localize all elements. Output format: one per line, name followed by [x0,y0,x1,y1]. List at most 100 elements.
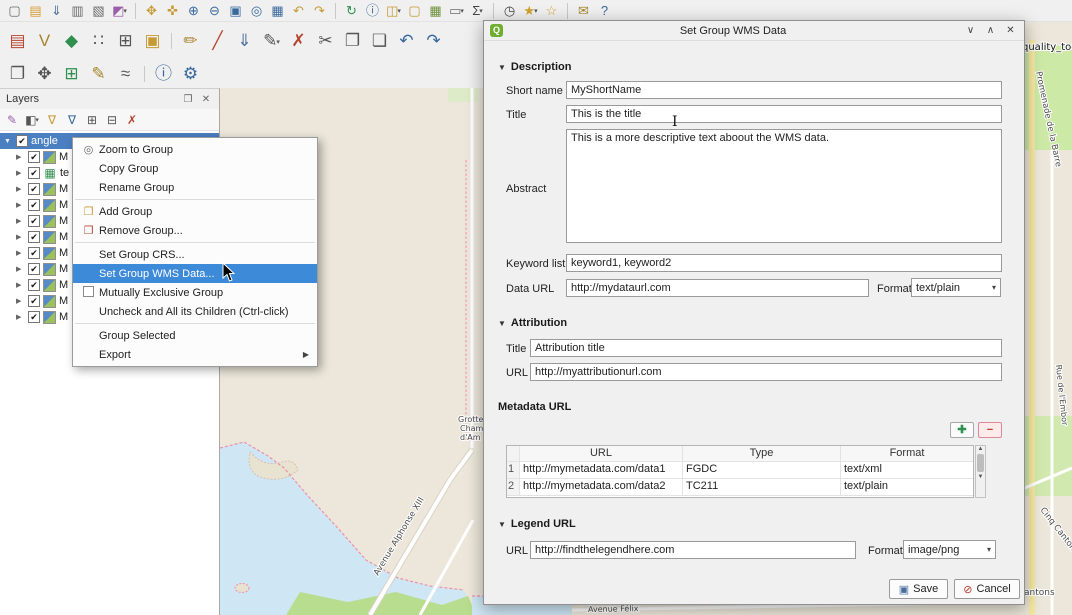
project-save-icon[interactable]: ⇓ [46,2,67,20]
abstract-textarea[interactable]: This is a more descriptive text aboout t… [566,129,1002,243]
table-scrollbar[interactable]: ▲ ▼ [975,445,986,498]
dialog-close-icon[interactable]: ✕ [1003,25,1018,36]
layer-checkbox[interactable]: ✔ [28,263,40,275]
select-by-value-icon[interactable]: ▣ [139,28,166,54]
dropdown-arrow-icon[interactable]: ▾ [460,8,464,15]
section-description[interactable]: ▼Description [498,61,571,73]
identify-icon[interactable]: ⓘ [150,61,177,87]
paste-features-icon[interactable]: ❏ [366,28,393,54]
dropdown-arrow-icon[interactable]: ▾ [397,8,401,15]
title-input[interactable] [566,105,1002,123]
layer-checkbox[interactable]: ✔ [28,295,40,307]
pan-map-icon[interactable]: ✥ [141,2,162,20]
temporal-controller-icon[interactable]: ◷ [499,2,520,20]
add-delimited-text-icon[interactable]: ∷ [85,28,112,54]
layer-checkbox[interactable]: ✔ [28,279,40,291]
data-url-format-select[interactable]: text/plain ▾ [911,278,1001,297]
reshape-features-icon[interactable]: ✎ [85,61,112,87]
settings-wrench-icon[interactable]: ⚙ [177,61,204,87]
dropdown-arrow-icon[interactable]: ▾ [276,39,280,46]
menu-item-export[interactable]: Export ▶ [73,345,317,364]
layer-label[interactable]: te [60,167,69,179]
cell-type[interactable]: FGDC [683,462,841,478]
layer-label[interactable]: M [59,231,68,243]
cell-type[interactable]: TC211 [683,479,841,495]
toggle-editing-icon[interactable]: ✏ [177,28,204,54]
menu-item-remove-group[interactable]: ❐ Remove Group... [73,221,317,240]
layout-manager-icon[interactable]: ▧ [88,2,109,20]
dropdown-arrow-icon[interactable]: ▾ [479,8,483,15]
expander-closed-icon[interactable]: ▶ [16,265,25,273]
expander-closed-icon[interactable]: ▶ [16,217,25,225]
save-layer-edits-icon[interactable]: ⇓ [231,28,258,54]
layer-label[interactable]: M [59,151,68,163]
message-log-icon[interactable]: ✉ [573,2,594,20]
menu-item-rename-group[interactable]: Rename Group [73,178,317,197]
zoom-in-icon[interactable]: ⊕ [183,2,204,20]
layer-label[interactable]: M [59,247,68,259]
menu-item-set-group-wms-data[interactable]: Set Group WMS Data... [73,264,317,283]
layer-checkbox[interactable]: ✔ [28,311,40,323]
cancel-button[interactable]: ⊘ Cancel [954,579,1020,599]
expander-closed-icon[interactable]: ▶ [16,313,25,321]
section-collapse-icon[interactable]: ▼ [498,520,506,529]
remove-metadata-row-button[interactable]: − [978,422,1002,438]
open-attribute-table-icon[interactable]: ▦ [425,2,446,20]
vertex-tool-icon[interactable]: ✎▾ [258,28,285,54]
remove-layer-icon[interactable]: ✗ [122,110,142,130]
data-url-input[interactable] [566,279,869,297]
undo-icon[interactable]: ↶ [393,28,420,54]
save-button[interactable]: ▣ Save [889,579,948,599]
layer-checkbox[interactable]: ✔ [28,167,40,179]
layer-label[interactable]: M [59,279,68,291]
layer-checkbox[interactable]: ✔ [28,215,40,227]
georeferencer-icon[interactable]: ⊞ [112,28,139,54]
mutually-exclusive-checkbox[interactable] [83,286,94,297]
add-metadata-row-button[interactable]: ✚ [950,422,974,438]
dropdown-arrow-icon[interactable]: ▾ [123,8,127,15]
zoom-to-layer-icon[interactable]: ▦ [267,2,288,20]
cut-features-icon[interactable]: ✂ [312,28,339,54]
section-collapse-icon[interactable]: ▼ [498,63,506,72]
add-part-icon[interactable]: ⊞ [58,61,85,87]
scroll-up-icon[interactable]: ▲ [978,446,984,452]
zoom-out-icon[interactable]: ⊖ [204,2,225,20]
expander-closed-icon[interactable]: ▶ [16,281,25,289]
panel-float-icon[interactable]: ❐ [181,94,195,105]
keyword-list-input[interactable] [566,254,1002,272]
layer-checkbox[interactable]: ✔ [28,183,40,195]
chevron-up-icon[interactable]: ∧ [983,25,998,36]
identify-features-icon[interactable]: ⓘ [362,2,383,20]
expander-closed-icon[interactable]: ▶ [16,297,25,305]
help-icon[interactable]: ? [594,2,615,20]
pan-to-selection-icon[interactable]: ✜ [162,2,183,20]
filter-by-expression-icon[interactable]: ∇ [62,110,82,130]
collapse-all-icon[interactable]: ⊟ [102,110,122,130]
delete-selected-icon[interactable]: ✗ [285,28,312,54]
column-header-format[interactable]: Format [841,446,973,461]
metadata-table[interactable]: URL Type Format 1 http://mymetadata.com/… [506,445,974,498]
attribution-title-input[interactable] [530,339,1002,357]
new-geopackage-layer-icon[interactable]: ◆ [58,28,85,54]
menu-item-set-group-crs[interactable]: Set Group CRS... [73,245,317,264]
expander-closed-icon[interactable]: ▶ [16,153,25,161]
project-new-icon[interactable]: ▢ [4,2,25,20]
menu-item-group-selected[interactable]: Group Selected [73,326,317,345]
statistical-summary-icon[interactable]: Σ▾ [467,2,488,20]
table-row[interactable]: 2 http://mymetadata.com/data2 TC211 text… [507,479,973,496]
select-features-icon[interactable]: ◫▾ [383,2,404,20]
column-header-type[interactable]: Type [683,446,841,461]
menu-item-mutually-exclusive-group[interactable]: Mutually Exclusive Group [73,283,317,302]
legend-url-input[interactable] [530,541,856,559]
cell-format[interactable]: text/plain [841,479,973,495]
zoom-last-icon[interactable]: ↶ [288,2,309,20]
layer-checkbox[interactable]: ✔ [28,151,40,163]
digitize-segment-icon[interactable]: ╱ [204,28,231,54]
layer-checkbox[interactable]: ✔ [16,135,28,147]
legend-format-select[interactable]: image/png ▾ [903,540,996,559]
menu-item-zoom-to-group[interactable]: ◎ Zoom to Group [73,140,317,159]
layer-label[interactable]: M [59,215,68,227]
layer-label[interactable]: angle [31,135,58,147]
expander-closed-icon[interactable]: ▶ [16,233,25,241]
show-bookmarks-icon[interactable]: ☆ [541,2,562,20]
